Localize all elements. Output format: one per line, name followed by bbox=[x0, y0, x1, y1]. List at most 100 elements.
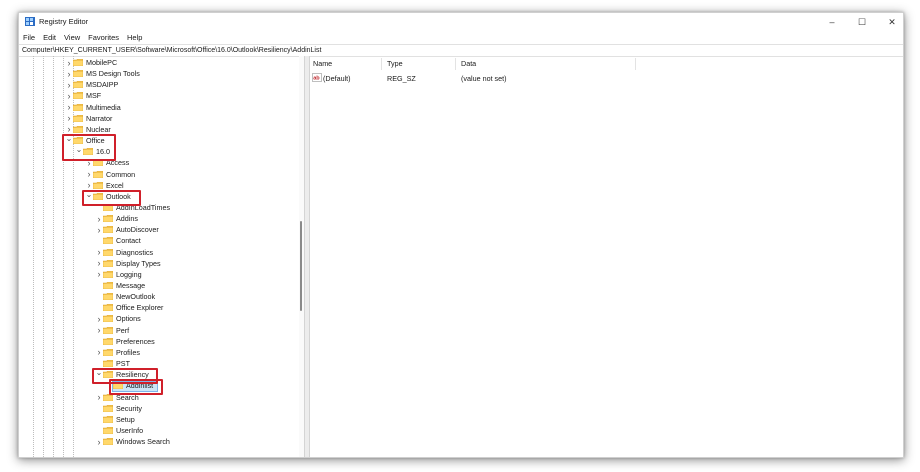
tree-node-contact[interactable]: Contact bbox=[95, 235, 141, 246]
tree-node-office[interactable]: ⌄ Office bbox=[65, 133, 105, 146]
chevron-right-icon[interactable]: › bbox=[95, 313, 103, 324]
tree-node-autodiscover[interactable]: › AutoDiscover bbox=[95, 224, 159, 235]
values-pane[interactable]: Name Type Data ab (Default) REG_SZ (valu… bbox=[309, 56, 903, 457]
tree-node-resiliency[interactable]: ⌄ Resiliency bbox=[95, 367, 149, 380]
tree-node-preferences[interactable]: Preferences bbox=[95, 336, 155, 347]
tree-node-setup[interactable]: Setup bbox=[95, 414, 135, 425]
folder-icon bbox=[103, 237, 113, 245]
folder-icon bbox=[73, 125, 83, 133]
column-separator[interactable] bbox=[381, 58, 382, 70]
folder-icon bbox=[113, 382, 123, 390]
chevron-right-icon[interactable]: › bbox=[65, 102, 73, 113]
tree-node-search[interactable]: › Search bbox=[95, 392, 139, 403]
tree-node-label: Common bbox=[106, 169, 136, 179]
menu-view[interactable]: View bbox=[64, 33, 80, 42]
column-header-data[interactable]: Data bbox=[461, 59, 476, 68]
tree-node-newoutlook[interactable]: NewOutlook bbox=[95, 291, 155, 302]
column-header-type[interactable]: Type bbox=[387, 59, 403, 68]
minimize-button[interactable]: – bbox=[819, 15, 845, 29]
chevron-down-icon[interactable]: ⌄ bbox=[85, 189, 93, 200]
column-header-name[interactable]: Name bbox=[313, 59, 332, 68]
tree-node-addinlist[interactable]: Addinlist bbox=[105, 380, 153, 391]
chevron-right-icon[interactable]: › bbox=[65, 113, 73, 124]
menu-file[interactable]: File bbox=[23, 33, 35, 42]
tree-node-profiles[interactable]: › Profiles bbox=[95, 347, 140, 358]
tree-node-windows-search[interactable]: › Windows Search bbox=[95, 436, 170, 447]
folder-icon bbox=[103, 282, 113, 289]
registry-editor-icon bbox=[25, 17, 35, 26]
tree-node-access[interactable]: › Access bbox=[85, 157, 130, 168]
tree-node-ms-design-tools[interactable]: › MS Design Tools bbox=[65, 68, 140, 79]
folder-icon bbox=[103, 426, 113, 434]
tree-node-security[interactable]: Security bbox=[95, 403, 142, 414]
title-bar[interactable]: Registry Editor – ☐ ✕ bbox=[19, 13, 903, 31]
tree-node-label: Logging bbox=[116, 269, 142, 279]
menu-help[interactable]: Help bbox=[127, 33, 142, 42]
tree-guide-line bbox=[53, 56, 54, 457]
tree-node-display-types[interactable]: › Display Types bbox=[95, 258, 161, 269]
column-separator[interactable] bbox=[455, 58, 456, 70]
tree-node-msdaipp[interactable]: › MSDAIPP bbox=[65, 79, 119, 90]
value-type: REG_SZ bbox=[387, 74, 416, 83]
tree-node-multimedia[interactable]: › Multimedia bbox=[65, 102, 121, 113]
folder-icon bbox=[103, 438, 113, 446]
tree-node-mobilepc[interactable]: › MobilePC bbox=[65, 57, 118, 68]
tree-node-addinloadtimes[interactable]: AddInLoadTimes bbox=[95, 202, 170, 213]
tree-node-options[interactable]: › Options bbox=[95, 313, 141, 324]
tree-node-outlook[interactable]: ⌄ Outlook bbox=[85, 189, 131, 202]
minimize-icon: – bbox=[829, 17, 835, 27]
tree-node-msf[interactable]: › MSF bbox=[65, 90, 102, 101]
tree-node-common[interactable]: › Common bbox=[85, 169, 136, 180]
chevron-right-icon[interactable]: › bbox=[95, 347, 103, 358]
tree-node-perf[interactable]: › Perf bbox=[95, 325, 130, 336]
column-separator[interactable] bbox=[635, 58, 636, 70]
tree-node-addins[interactable]: › Addins bbox=[95, 213, 138, 224]
folder-icon bbox=[73, 137, 83, 145]
folder-icon bbox=[103, 215, 113, 223]
chevron-right-icon[interactable]: › bbox=[65, 57, 73, 68]
folder-icon bbox=[103, 226, 113, 234]
chevron-right-icon[interactable]: › bbox=[95, 392, 103, 403]
chevron-right-icon[interactable]: › bbox=[95, 213, 103, 224]
chevron-down-icon[interactable]: ⌄ bbox=[75, 144, 83, 155]
tree-scrollbar-thumb[interactable] bbox=[300, 221, 302, 311]
tree-node-userinfo[interactable]: UserInfo bbox=[95, 425, 143, 436]
folder-icon bbox=[103, 248, 113, 256]
tree-node-16-0[interactable]: ⌄ 16.0 bbox=[75, 144, 110, 157]
chevron-right-icon[interactable]: › bbox=[65, 90, 73, 101]
tree-node-logging[interactable]: › Logging bbox=[95, 269, 142, 280]
tree-node-label: Addins bbox=[116, 214, 138, 224]
chevron-down-icon[interactable]: ⌄ bbox=[65, 133, 73, 144]
close-button[interactable]: ✕ bbox=[879, 15, 903, 29]
chevron-down-icon[interactable]: ⌄ bbox=[95, 367, 103, 378]
tree-node-label: Nuclear bbox=[86, 124, 111, 134]
tree-node-diagnostics[interactable]: › Diagnostics bbox=[95, 247, 154, 258]
folder-icon bbox=[73, 70, 83, 78]
chevron-right-icon[interactable]: › bbox=[85, 169, 93, 180]
chevron-right-icon[interactable]: › bbox=[95, 224, 103, 235]
chevron-right-icon[interactable]: › bbox=[95, 436, 103, 447]
chevron-right-icon[interactable]: › bbox=[95, 247, 103, 258]
folder-icon bbox=[73, 59, 83, 66]
chevron-right-icon[interactable]: › bbox=[85, 157, 93, 168]
tree-node-office-explorer[interactable]: Office Explorer bbox=[95, 302, 163, 313]
menu-favorites[interactable]: Favorites bbox=[88, 33, 119, 42]
chevron-right-icon[interactable]: › bbox=[95, 258, 103, 269]
chevron-right-icon[interactable]: › bbox=[95, 325, 103, 336]
svg-text:ab: ab bbox=[313, 76, 320, 82]
chevron-right-icon[interactable]: › bbox=[95, 269, 103, 280]
tree-node-message[interactable]: Message bbox=[95, 280, 145, 291]
maximize-button[interactable]: ☐ bbox=[849, 15, 875, 29]
chevron-right-icon[interactable]: › bbox=[65, 68, 73, 79]
tree-node-narrator[interactable]: › Narrator bbox=[65, 113, 113, 124]
tree-node-label: 16.0 bbox=[96, 147, 110, 157]
menu-edit[interactable]: Edit bbox=[43, 33, 56, 42]
folder-icon bbox=[93, 170, 103, 178]
tree-node-label: Message bbox=[116, 281, 146, 290]
tree-node-label: Access bbox=[106, 158, 130, 168]
chevron-right-icon[interactable]: › bbox=[65, 79, 73, 90]
key-tree-pane[interactable]: › MobilePC › MS Design Tools › MSDAIPP › MSF › Mu… bbox=[19, 56, 299, 457]
